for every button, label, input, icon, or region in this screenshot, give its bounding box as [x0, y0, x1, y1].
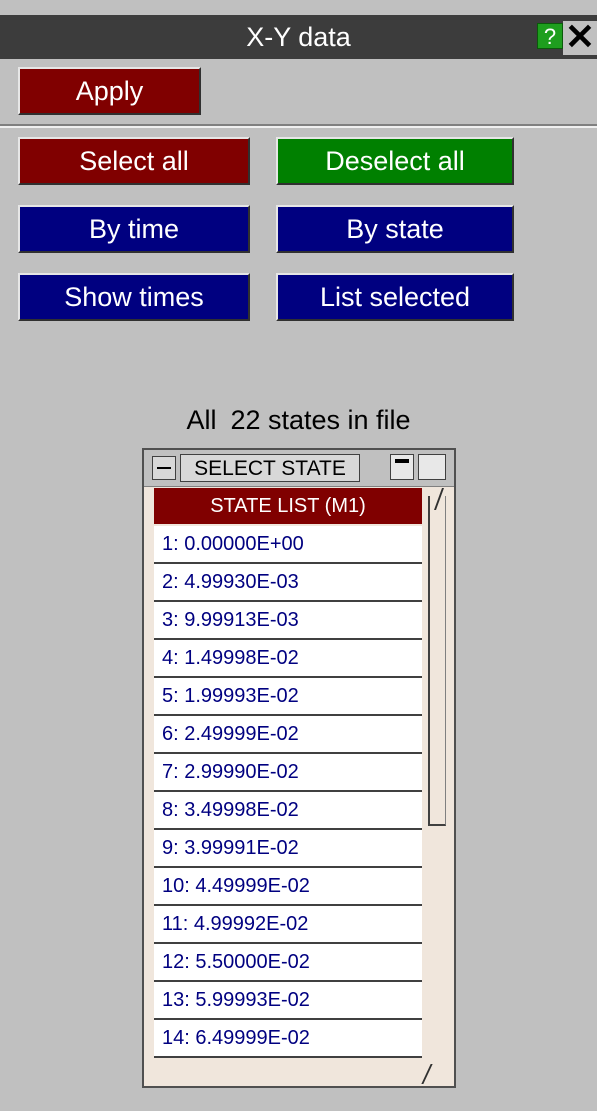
state-list-item[interactable]: 1: 0.00000E+00 — [154, 526, 422, 564]
state-list-header[interactable]: STATE LIST (M1) — [154, 488, 422, 524]
state-list-item[interactable]: 13: 5.99993E-02 — [154, 982, 422, 1020]
show-times-button[interactable]: Show times — [18, 273, 250, 321]
maximize-icon[interactable] — [418, 454, 446, 480]
by-time-button[interactable]: By time — [18, 205, 250, 253]
state-list-item[interactable]: 10: 4.49999E-02 — [154, 868, 422, 906]
separator — [0, 124, 597, 128]
state-list-item[interactable]: 11: 4.99992E-02 — [154, 906, 422, 944]
scroll-down-arrow[interactable] — [421, 1064, 445, 1084]
state-count-info: All 22 states in file — [0, 400, 597, 440]
state-list-item[interactable]: 3: 9.99913E-03 — [154, 602, 422, 640]
state-list-item[interactable]: 9: 3.99991E-02 — [154, 830, 422, 868]
state-list-item[interactable]: 14: 6.49999E-02 — [154, 1020, 422, 1058]
minimize-icon[interactable] — [390, 454, 414, 480]
window-titlebar: X-Y data — [0, 15, 597, 59]
state-list-item[interactable]: 4: 1.49998E-02 — [154, 640, 422, 678]
list-selected-button[interactable]: List selected — [276, 273, 514, 321]
select-all-button[interactable]: Select all — [18, 137, 250, 185]
select-state-window: SELECT STATE STATE LIST (M1) 1: 0.00000E… — [142, 448, 456, 1088]
help-button[interactable]: ? — [537, 23, 563, 49]
state-scope-label: All — [186, 405, 217, 435]
state-list-item[interactable]: 5: 1.99993E-02 — [154, 678, 422, 716]
state-list-item[interactable]: 6: 2.49999E-02 — [154, 716, 422, 754]
collapse-icon[interactable] — [152, 456, 176, 480]
state-list: 1: 0.00000E+00 2: 4.99930E-03 3: 9.99913E-… — [154, 526, 422, 1058]
scroll-thumb[interactable] — [428, 496, 446, 826]
by-state-button[interactable]: By state — [276, 205, 514, 253]
select-state-titlebar: SELECT STATE — [144, 450, 454, 487]
state-list-item[interactable]: 8: 3.49998E-02 — [154, 792, 422, 830]
close-button[interactable]: ✕ — [563, 19, 597, 55]
state-list-item[interactable]: 7: 2.99990E-02 — [154, 754, 422, 792]
scrollbar[interactable] — [421, 488, 450, 1084]
state-count-label: 22 states in file — [230, 405, 411, 435]
select-state-title: SELECT STATE — [180, 454, 360, 482]
state-list-item[interactable]: 2: 4.99930E-03 — [154, 564, 422, 602]
apply-button[interactable]: Apply — [18, 67, 201, 115]
window-title: X-Y data — [246, 22, 351, 52]
state-list-item[interactable]: 12: 5.50000E-02 — [154, 944, 422, 982]
deselect-all-button[interactable]: Deselect all — [276, 137, 514, 185]
